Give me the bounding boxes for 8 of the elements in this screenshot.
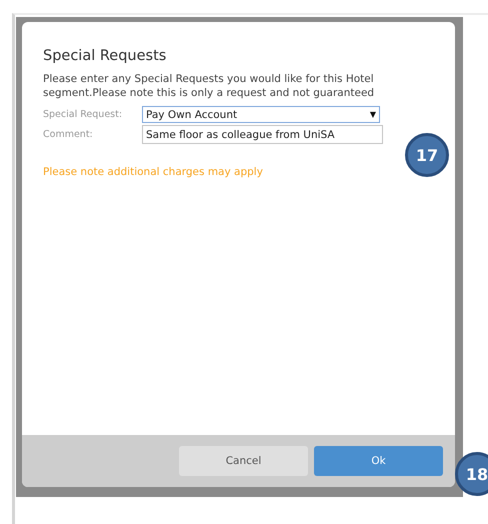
charges-notice: Please note additional charges may apply <box>43 166 264 178</box>
comment-field[interactable]: Same floor as colleague from UniSA <box>142 125 383 144</box>
field-label: Special Request: <box>43 109 124 120</box>
field-label: Comment: <box>43 129 94 140</box>
request-dropdown[interactable]: Pay Own Account ▼ <box>142 106 380 123</box>
description-text: Please enter any Special Requests you would like for this Hotel segment.Please note this is only a request and not guaranteed <box>43 72 376 100</box>
dialog-title: Special Requests <box>43 48 168 64</box>
cancel-button[interactable]: Cancel <box>179 446 308 476</box>
